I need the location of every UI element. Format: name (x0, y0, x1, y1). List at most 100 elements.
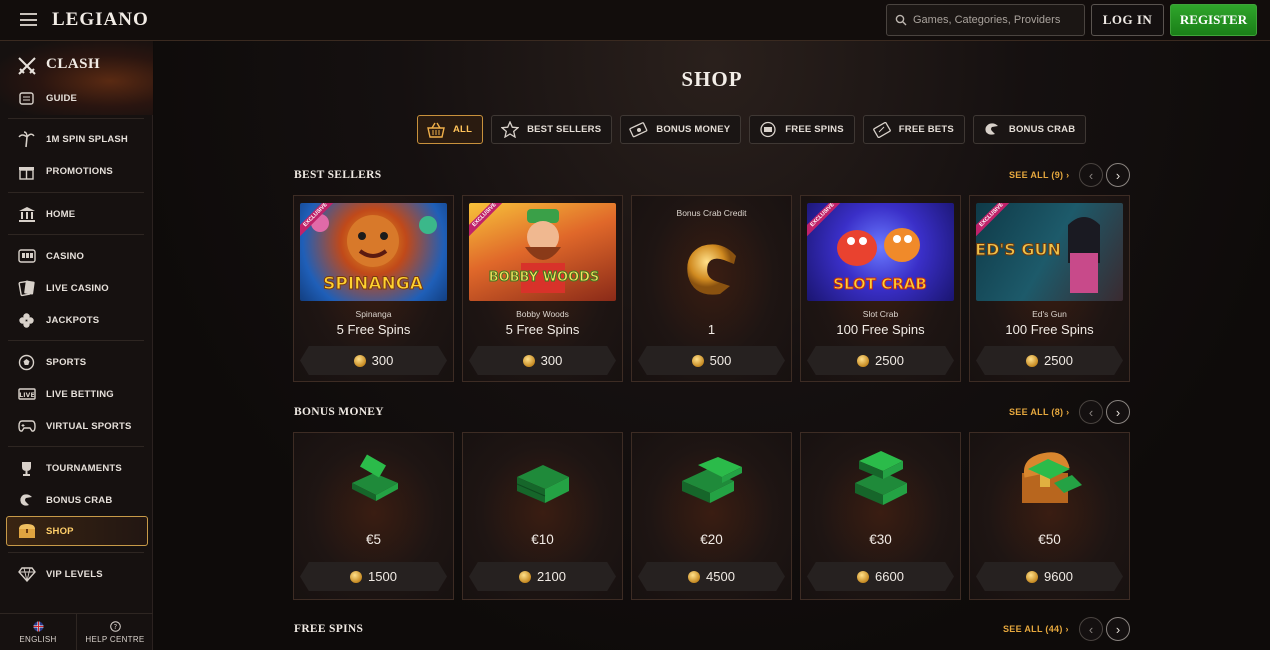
sidebar-item-bonus-crab[interactable]: BONUS CRAB (0, 487, 153, 513)
sidebar-item-label: HOME (46, 208, 76, 220)
shop-card[interactable]: Bonus Crab Credit 1 500 (631, 195, 792, 382)
login-button[interactable]: LOG IN (1091, 4, 1164, 36)
chevron-left-icon: ‹ (1088, 621, 1094, 637)
clover-icon (17, 311, 36, 330)
search-icon (895, 14, 907, 26)
reward: 1 (707, 322, 716, 337)
sidebar-item-promotions[interactable]: PROMOTIONS (0, 158, 153, 184)
sidebar-item-sports[interactable]: SPORTS (0, 349, 153, 375)
game-name: Slot Crab (862, 309, 899, 319)
see-all-best-sellers[interactable]: SEE ALL (9) › (1009, 170, 1069, 180)
chevron-left-icon: ‹ (1088, 167, 1094, 183)
see-all-bonus-money[interactable]: SEE ALL (8) › (1009, 407, 1069, 417)
spins-icon (758, 121, 778, 139)
shop-card[interactable]: €10 2100 (462, 432, 623, 600)
chevron-right-icon: › (1115, 621, 1121, 637)
cards-icon (17, 279, 36, 298)
see-all-free-spins[interactable]: SEE ALL (44) › (1003, 624, 1069, 634)
shop-card[interactable]: €30 6600 (800, 432, 961, 600)
price-value: 1500 (368, 569, 397, 584)
sidebar-item-jackpots[interactable]: JACKPOTS (0, 307, 153, 333)
help-centre-link[interactable]: ? HELP CENTRE (77, 614, 153, 650)
next-button[interactable]: › (1106, 163, 1130, 187)
chevron-right-icon: › (1115, 167, 1121, 183)
filter-bonus-money[interactable]: BONUS MONEY (620, 115, 742, 144)
price-button[interactable]: 500 (638, 346, 785, 375)
price-value: 300 (540, 353, 563, 368)
filter-label: FREE BETS (898, 124, 954, 135)
search-input[interactable] (913, 14, 1083, 26)
gamepad-icon (17, 417, 36, 436)
sidebar-item-casino[interactable]: CASINO (0, 243, 153, 269)
price-button[interactable]: 4500 (638, 562, 785, 591)
price-value: 300 (371, 353, 394, 368)
crab-claw-image (687, 244, 736, 295)
language-label: ENGLISH (19, 634, 57, 644)
price-value: 9600 (1044, 569, 1073, 584)
thumb-text: SPINANGA (323, 274, 424, 294)
gift-icon (17, 162, 36, 181)
price-button[interactable]: 2500 (807, 346, 954, 375)
sidebar-item-shop[interactable]: SHOP (6, 516, 148, 546)
filter-free-spins[interactable]: FREE SPINS (749, 115, 855, 144)
shop-card[interactable]: BOBBY WOODS EXCLUSIVE Bobby Woods 5 Free… (462, 195, 623, 382)
prev-button[interactable]: ‹ (1079, 400, 1103, 424)
menu-icon[interactable] (20, 13, 37, 26)
filter-label: BEST SELLERS (527, 124, 602, 135)
price-button[interactable]: 300 (469, 346, 616, 375)
star-icon (500, 121, 520, 139)
language-selector[interactable]: ENGLISH (0, 614, 77, 650)
price-button[interactable]: 6600 (807, 562, 954, 591)
reward: €50 (1038, 532, 1061, 547)
shop-card[interactable]: €5 1500 (293, 432, 454, 600)
sidebar-item-live-betting[interactable]: LIVE LIVE BETTING (0, 381, 153, 407)
shop-card[interactable]: SLOT CRAB EXCLUSIVE Slot Crab 100 Free S… (800, 195, 961, 382)
sidebar: CLASH GUIDE 1M SPIN SPLASH PROMOTIONS HO… (0, 41, 153, 650)
game-thumbnail: BOBBY WOODS EXCLUSIVE (469, 203, 616, 301)
sidebar-item-home[interactable]: HOME (0, 201, 153, 227)
prev-button[interactable]: ‹ (1079, 163, 1103, 187)
coin-icon (1026, 570, 1039, 583)
price-button[interactable]: 300 (300, 346, 447, 375)
filter-label: BONUS CRAB (1008, 124, 1076, 135)
money-icon (629, 121, 649, 139)
sidebar-item-vip-levels[interactable]: VIP LEVELS (0, 561, 153, 587)
sidebar-item-1m-spin-splash[interactable]: 1M SPIN SPLASH (0, 126, 153, 152)
sidebar-item-guide[interactable]: GUIDE (0, 85, 153, 111)
sidebar-item-tournaments[interactable]: TOURNAMENTS (0, 455, 153, 481)
crossed-swords-icon (18, 57, 36, 75)
coin-icon (857, 354, 870, 367)
sidebar-item-live-casino[interactable]: LIVE CASINO (0, 275, 153, 301)
register-button[interactable]: REGISTER (1170, 4, 1257, 36)
shop-card[interactable]: €50 9600 (969, 432, 1130, 600)
shop-card[interactable]: €20 4500 (631, 432, 792, 600)
svg-text:?: ? (113, 623, 117, 631)
divider (8, 446, 144, 447)
logo[interactable]: LEGIANO (52, 9, 149, 31)
filter-all[interactable]: ALL (417, 115, 484, 144)
cash-stack-icon (855, 451, 907, 505)
divider (8, 234, 144, 235)
sidebar-item-label: SHOP (46, 525, 74, 537)
cash-stack-icon (682, 457, 742, 503)
shop-card[interactable]: ED'S GUN EXCLUSIVE Ed's Gun 100 Free Spi… (969, 195, 1130, 382)
search-box[interactable] (886, 4, 1085, 36)
price-value: 6600 (875, 569, 904, 584)
shop-card[interactable]: SPINANGA EXCLUSIVE Spinanga 5 Free Spins… (293, 195, 454, 382)
next-button[interactable]: › (1106, 400, 1130, 424)
price-button[interactable]: 1500 (300, 562, 447, 591)
help-label: HELP CENTRE (85, 634, 145, 644)
price-button[interactable]: 2500 (976, 346, 1123, 375)
sidebar-item-label: VIRTUAL SPORTS (46, 420, 132, 432)
filter-bonus-crab[interactable]: BONUS CRAB (972, 115, 1087, 144)
price-button[interactable]: 9600 (976, 562, 1123, 591)
uk-flag-icon (33, 621, 43, 631)
sidebar-item-virtual-sports[interactable]: VIRTUAL SPORTS (0, 413, 153, 439)
filter-best-sellers[interactable]: BEST SELLERS (491, 115, 613, 144)
divider (8, 118, 144, 119)
prev-button[interactable]: ‹ (1079, 617, 1103, 641)
filter-free-bets[interactable]: FREE BETS (862, 115, 965, 144)
next-button[interactable]: › (1106, 617, 1130, 641)
price-button[interactable]: 2100 (469, 562, 616, 591)
main-content: SHOP ALL BEST SELLERS BONUS MONEY FREE S… (154, 41, 1270, 650)
